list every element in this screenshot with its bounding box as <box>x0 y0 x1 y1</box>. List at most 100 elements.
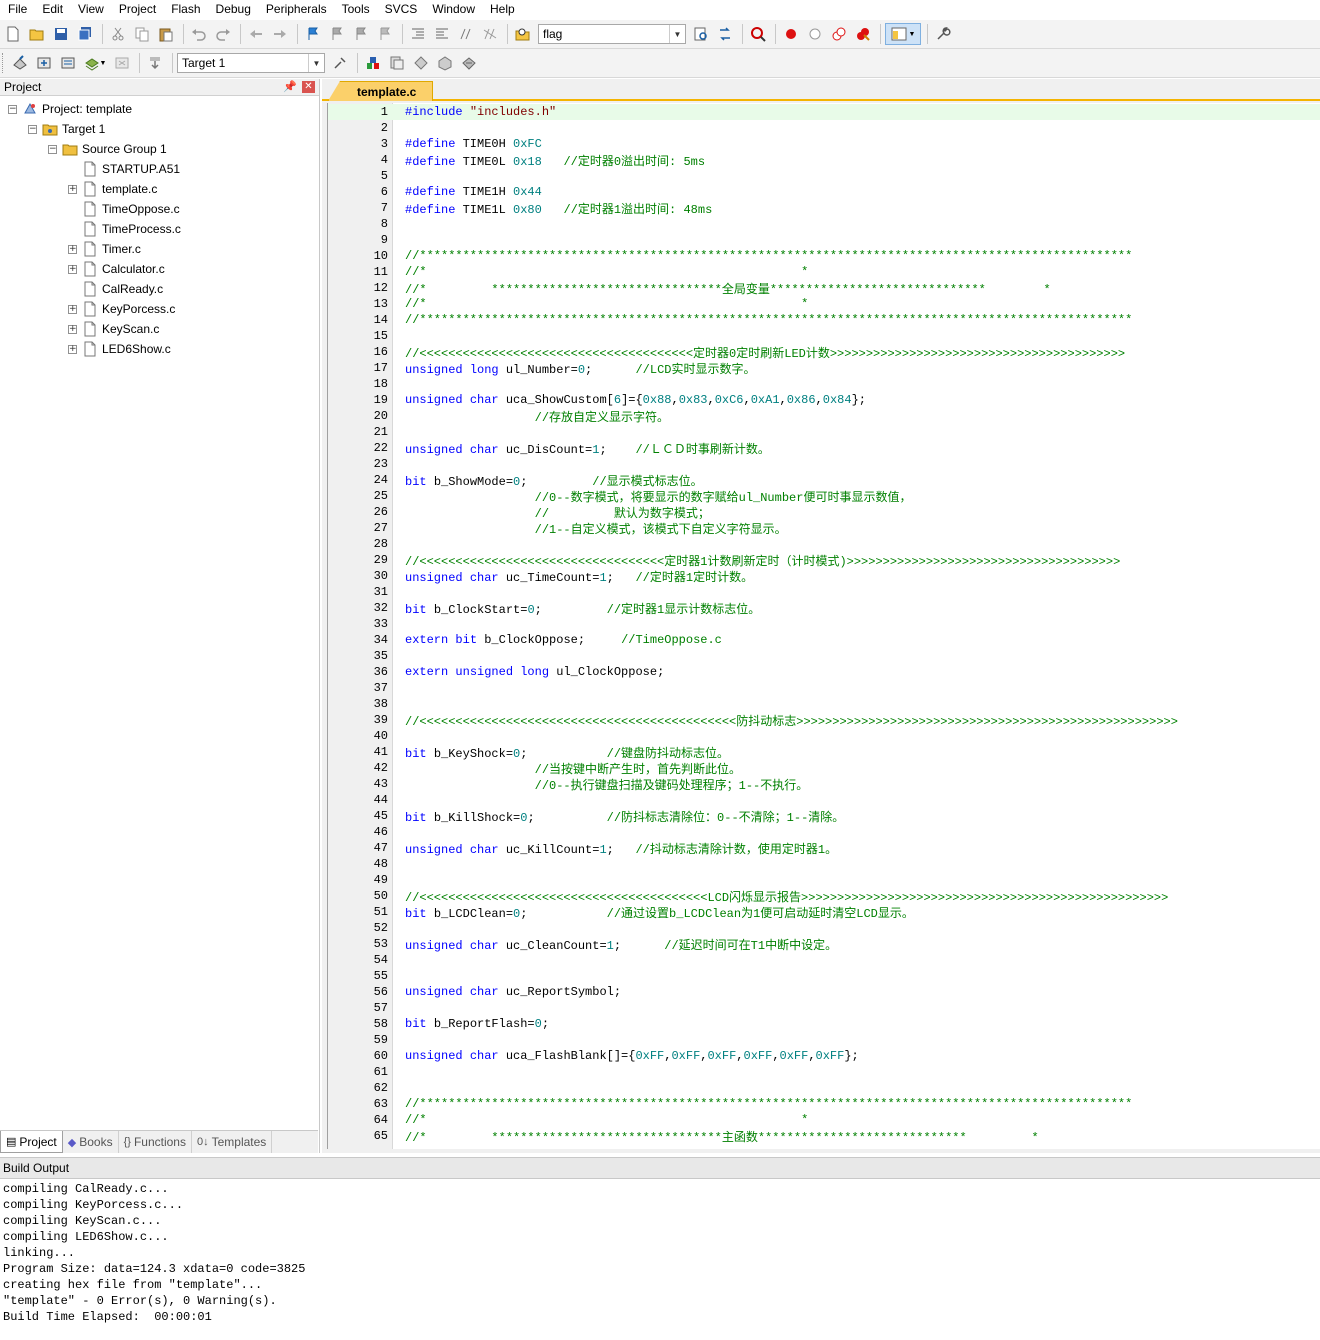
replace-icon[interactable] <box>714 23 736 45</box>
code-line[interactable]: 47 unsigned char uc_KillCount=1; //抖动标志清除… <box>328 840 1320 857</box>
code-line[interactable]: 1 #include "includes.h" <box>328 104 1320 120</box>
expand-icon[interactable]: + <box>68 324 77 334</box>
code-line[interactable]: 21 <box>328 424 1320 440</box>
code-line[interactable]: 56 unsigned char uc_ReportSymbol; <box>328 984 1320 1000</box>
menu-project[interactable]: Project <box>111 0 163 19</box>
code-line[interactable]: 59 <box>328 1032 1320 1048</box>
code-line[interactable]: 16 //<<<<<<<<<<<<<<<<<<<<<<<<<<<<<<<<<<<<… <box>328 344 1320 361</box>
tab-template-c[interactable]: template.c <box>328 81 434 101</box>
bookmark-toggle-icon[interactable] <box>302 23 324 45</box>
code-line[interactable]: 17 unsigned long ul_Number=0; //LCD实时显示数字… <box>328 360 1320 377</box>
code-line[interactable]: 64 //* * <box>328 1112 1320 1128</box>
tab-functions[interactable]: {} Functions <box>119 1131 192 1153</box>
tree-node-file[interactable]: TimeOppose.c <box>68 199 180 219</box>
target-select[interactable]: Target 1 ▼ <box>177 53 325 73</box>
bookmark-next-icon[interactable] <box>350 23 372 45</box>
code-line[interactable]: 34 extern bit b_ClockOppose; //TimeOppose… <box>328 632 1320 648</box>
tree-node-file[interactable]: + KeyPorcess.c <box>68 299 175 319</box>
menu-flash[interactable]: Flash <box>163 0 207 19</box>
indent-icon[interactable] <box>407 23 429 45</box>
build-output-log[interactable]: compiling CalReady.c... compiling KeyPorc… <box>0 1179 1320 1325</box>
code-line[interactable]: 58 bit b_ReportFlash=0; <box>328 1016 1320 1032</box>
code-line[interactable]: 65 //* ********************************主函… <box>328 1128 1320 1145</box>
breakpoint-insert-icon[interactable] <box>780 23 802 45</box>
code-line[interactable]: 8 <box>328 216 1320 232</box>
menu-file[interactable]: File <box>0 0 34 19</box>
window-layout-icon[interactable]: ▼ <box>885 23 921 45</box>
code-line[interactable]: 5 <box>328 168 1320 184</box>
tree-node-file[interactable]: + template.c <box>68 179 157 199</box>
code-line[interactable]: 7 #define TIME1L 0x80 //定时器1溢出时间: 48ms <box>328 200 1320 217</box>
tree-node-file[interactable]: + Calculator.c <box>68 259 165 279</box>
debug-start-icon[interactable] <box>747 23 769 45</box>
manage-project-items-icon[interactable] <box>362 52 384 74</box>
code-line[interactable]: 23 <box>328 456 1320 472</box>
code-line[interactable]: 20 //存放自定义显示字符。 <box>328 408 1320 425</box>
download-icon[interactable] <box>144 52 166 74</box>
file-extensions-icon[interactable] <box>386 52 408 74</box>
bookmark-clear-icon[interactable] <box>374 23 396 45</box>
code-line[interactable]: 6 #define TIME1H 0x44 <box>328 184 1320 200</box>
code-line[interactable]: 10 //************************************… <box>328 248 1320 264</box>
breakpoint-kill-all-icon[interactable] <box>852 23 874 45</box>
code-line[interactable]: 36 extern unsigned long ul_ClockOppose; <box>328 664 1320 680</box>
unindent-icon[interactable] <box>431 23 453 45</box>
tree-node-group[interactable]: − Source Group 1 <box>48 139 167 159</box>
code-line[interactable]: 22 unsigned char uc_DisCount=1; //ＬＣＤ时事刷新… <box>328 440 1320 457</box>
translate-icon[interactable] <box>9 52 31 74</box>
save-all-icon[interactable] <box>74 23 96 45</box>
code-line[interactable]: 14 //************************************… <box>328 312 1320 328</box>
find-icon[interactable] <box>690 23 712 45</box>
code-line[interactable]: 33 <box>328 616 1320 632</box>
expand-icon[interactable]: + <box>68 344 77 354</box>
code-line[interactable]: 44 <box>328 792 1320 808</box>
code-line[interactable]: 31 <box>328 584 1320 600</box>
tree-node-file[interactable]: TimeProcess.c <box>68 219 181 239</box>
run-time-environment-icon[interactable] <box>458 52 480 74</box>
breakpoint-enable-icon[interactable] <box>804 23 826 45</box>
open-file-icon[interactable] <box>26 23 48 45</box>
code-line[interactable]: 48 <box>328 856 1320 872</box>
tree-node-file[interactable]: STARTUP.A51 <box>68 159 180 179</box>
tree-node-target[interactable]: − Target 1 <box>28 119 105 139</box>
code-line[interactable]: 35 <box>328 648 1320 664</box>
code-line[interactable]: 3 #define TIME0H 0xFC <box>328 136 1320 152</box>
expand-icon[interactable]: + <box>68 184 77 194</box>
find-in-files-icon[interactable] <box>512 23 534 45</box>
code-editor[interactable]: 1 #include "includes.h" 2 3 #define TIME0H 0… <box>327 103 1320 1149</box>
code-line[interactable]: 18 <box>328 376 1320 392</box>
code-line[interactable]: 27 //1--自定义模式，该模式下自定义字符显示。 <box>328 520 1320 537</box>
code-line[interactable]: 13 //* * <box>328 296 1320 312</box>
rebuild-icon[interactable] <box>57 52 79 74</box>
close-icon[interactable]: ✕ <box>302 81 315 93</box>
code-line[interactable]: 42 //当按键中断产生时，首先判断此位。 <box>328 760 1320 777</box>
paste-icon[interactable] <box>155 23 177 45</box>
code-line[interactable]: 37 <box>328 680 1320 696</box>
code-line[interactable]: 41 bit b_KeyShock=0; //键盘防抖动标志位。 <box>328 744 1320 761</box>
code-line[interactable]: 38 <box>328 696 1320 712</box>
code-line[interactable]: 46 <box>328 824 1320 840</box>
code-line[interactable]: 50 //<<<<<<<<<<<<<<<<<<<<<<<<<<<<<<<<<<<<… <box>328 888 1320 905</box>
code-line[interactable]: 30 unsigned char uc_TimeCount=1; //定时器1定时… <box>328 568 1320 585</box>
pack-installer-icon[interactable] <box>434 52 456 74</box>
collapse-icon[interactable]: − <box>28 124 37 134</box>
new-file-icon[interactable] <box>2 23 24 45</box>
tree-node-file[interactable]: + KeyScan.c <box>68 319 159 339</box>
stop-build-icon[interactable] <box>111 52 133 74</box>
comment-icon[interactable] <box>455 23 477 45</box>
code-line[interactable]: 2 <box>328 120 1320 136</box>
menu-help[interactable]: Help <box>482 0 522 19</box>
code-line[interactable]: 29 //<<<<<<<<<<<<<<<<<<<<<<<<<<<<<<<<<<定时… <box>328 552 1320 569</box>
code-line[interactable]: 53 unsigned char uc_CleanCount=1; //延迟时间可… <box>328 936 1320 953</box>
menu-peripherals[interactable]: Peripherals <box>258 0 334 19</box>
code-line[interactable]: 60 unsigned char uca_FlashBlank[]={0xFF,0… <box>328 1048 1320 1064</box>
breakpoint-disable-all-icon[interactable] <box>828 23 850 45</box>
tab-books[interactable]: ◆ Books <box>63 1131 119 1153</box>
code-line[interactable]: 61 <box>328 1064 1320 1080</box>
code-line[interactable]: 54 <box>328 952 1320 968</box>
code-line[interactable]: 55 <box>328 968 1320 984</box>
menu-edit[interactable]: Edit <box>34 0 70 19</box>
expand-icon[interactable]: + <box>68 264 77 274</box>
code-line[interactable]: 63 //************************************… <box>328 1096 1320 1112</box>
code-line[interactable]: 52 <box>328 920 1320 936</box>
